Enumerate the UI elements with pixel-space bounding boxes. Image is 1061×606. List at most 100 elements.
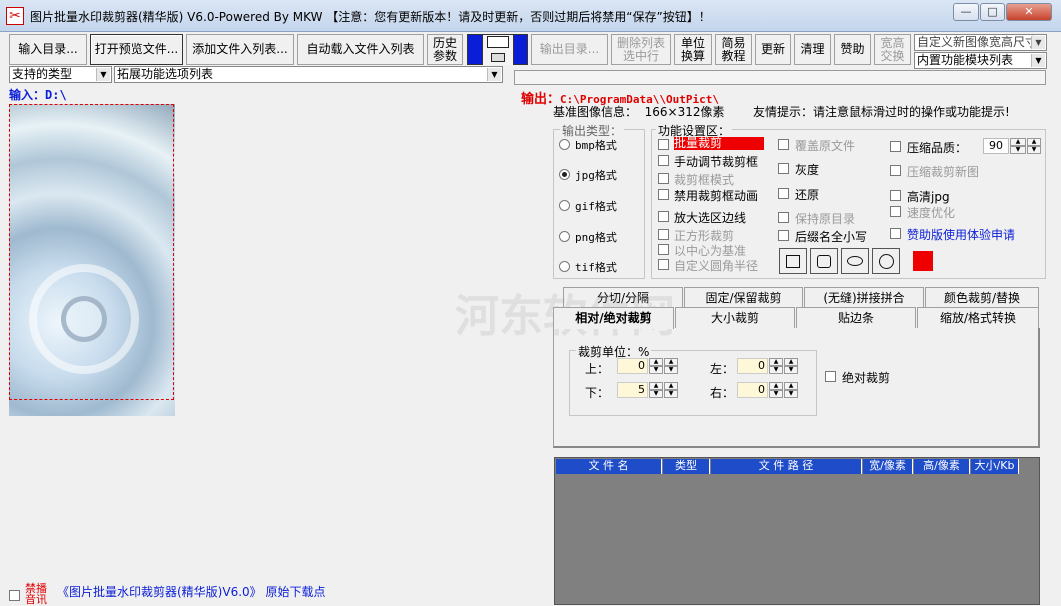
tab-row2[interactable]: 大小裁剪 [675,307,795,328]
feature-checkbox[interactable] [658,229,669,240]
shape-square-button[interactable] [779,248,807,274]
crop-bottom-label: 下： [585,386,610,400]
spin-up-icon[interactable]: ▲ [784,358,798,366]
feature-checkbox[interactable] [778,139,789,150]
feature-checkbox[interactable] [658,211,669,222]
file-table[interactable] [554,457,1040,605]
app-icon[interactable]: ✂ [6,7,24,25]
crop-frame[interactable] [9,104,174,400]
spin-up-icon[interactable]: ▲ [649,358,663,366]
feature-label[interactable]: 赞助版使用体验申请 [907,226,1015,243]
table-header-cell[interactable]: 宽/像素 [863,459,913,474]
shape-ellipse-button[interactable] [841,248,869,274]
unit-convert-button[interactable]: 单位 换算 [674,34,712,65]
quality-down-icon[interactable]: ▼ [1010,146,1026,154]
feature-checkbox[interactable] [778,163,789,174]
feature-label: 灰度 [795,163,820,177]
download-link[interactable]: 《图片批量水印裁剪器(精华版)V6.0》 原始下载点 [57,583,325,600]
color-swatch[interactable] [913,251,933,271]
tutorial-button[interactable]: 简易 教程 [715,34,752,65]
shape-rounded-button[interactable] [810,248,838,274]
feature-checkbox[interactable] [658,189,669,200]
output-type-radio[interactable] [559,169,570,180]
output-type-radio[interactable] [559,231,570,242]
update-button[interactable]: 更新 [755,34,791,65]
save-button[interactable] [467,34,528,65]
feature-checkbox[interactable] [658,155,669,166]
table-header-cell[interactable]: 文 件 名 [556,459,662,474]
feature-checkbox[interactable] [778,212,789,223]
add-files-button[interactable]: 添加文件入列表... [186,34,294,65]
mute-badge[interactable]: 禁播 音讯 [25,583,47,605]
feature-checkbox[interactable] [890,141,901,152]
spin-down-icon[interactable]: ▼ [784,366,798,374]
shape-circle-button[interactable] [872,248,900,274]
table-header-cell[interactable]: 文 件 路 径 [711,459,862,474]
tab-row1[interactable]: 固定/保留裁剪 [684,287,803,308]
feature-checkbox[interactable] [658,173,669,184]
crop-bottom-input[interactable]: 5 [617,382,648,398]
feature-checkbox[interactable] [890,206,901,217]
spin-up-icon[interactable]: ▲ [649,382,663,390]
spin-down-icon[interactable]: ▼ [769,390,783,398]
auto-load-button[interactable]: 自动载入文件入列表 [297,34,424,65]
minimize-button[interactable]: — [953,3,979,21]
crop-left-input[interactable]: 0 [737,358,768,374]
spin-up-icon[interactable]: ▲ [664,358,678,366]
preview-image[interactable] [9,104,175,416]
history-params-button[interactable]: 历史 参数 [427,34,463,65]
output-type-radio[interactable] [559,139,570,150]
table-header-cell[interactable]: 大小/Kb [971,459,1019,474]
delete-row-button[interactable]: 删除列表 选中行 [611,34,671,65]
crop-right-input[interactable]: 0 [737,382,768,398]
spin-down-icon[interactable]: ▼ [664,366,678,374]
tab-row2[interactable]: 贴边条 [796,307,916,328]
quality-up-icon[interactable]: ▲ [1010,138,1026,146]
custom-size-combo[interactable]: 自定义新图像宽高尺寸 ▼ [914,34,1047,51]
crop-top-input[interactable]: 0 [617,358,648,374]
tab-row2[interactable]: 相对/绝对裁剪 [553,307,674,329]
spin-up-icon[interactable]: ▲ [784,382,798,390]
open-preview-button[interactable]: 打开预览文件... [90,34,183,65]
ellipse-icon [847,256,863,266]
input-path-value: D:\ [45,88,67,102]
tab-row1[interactable]: 颜色裁剪/替换 [925,287,1039,308]
spin-down-icon[interactable]: ▼ [784,390,798,398]
feature-checkbox[interactable] [890,165,901,176]
extension-options-combo[interactable]: 拓展功能选项列表 ▼ [114,66,503,83]
quality-input[interactable]: 90 [983,138,1009,154]
swap-wh-button[interactable]: 宽高 交换 [874,34,911,65]
spin-down-icon[interactable]: ▼ [649,366,663,374]
table-header-cell[interactable]: 类型 [663,459,710,474]
feature-checkbox[interactable] [658,259,669,270]
input-dir-button[interactable]: 输入目录... [9,34,87,65]
feature-checkbox[interactable] [658,244,669,255]
clean-button[interactable]: 清理 [794,34,831,65]
spin-down-icon[interactable]: ▼ [664,390,678,398]
spin-down-icon[interactable]: ▼ [649,390,663,398]
feature-checkbox[interactable] [778,188,789,199]
tab-row2[interactable]: 缩放/格式转换 [917,307,1039,328]
table-header-cell[interactable]: 高/像素 [914,459,970,474]
feature-checkbox[interactable] [658,139,669,150]
feature-checkbox[interactable] [778,230,789,241]
feature-checkbox[interactable] [890,190,901,201]
maximize-button[interactable]: □ [980,3,1005,21]
quality-up2-icon[interactable]: ▲ [1027,138,1041,146]
output-dir-button[interactable]: 输出目录... [531,34,608,65]
builtin-modules-combo[interactable]: 内置功能模块列表 ▼ [914,52,1047,69]
spin-down-icon[interactable]: ▼ [769,366,783,374]
supported-types-combo[interactable]: 支持的类型 ▼ [9,66,112,83]
feature-checkbox[interactable] [890,228,901,239]
quality-down2-icon[interactable]: ▼ [1027,146,1041,154]
spin-up-icon[interactable]: ▲ [664,382,678,390]
spin-up-icon[interactable]: ▲ [769,358,783,366]
absolute-crop-checkbox[interactable] [825,371,836,382]
close-button[interactable]: ✕ [1006,3,1052,21]
spin-up-icon[interactable]: ▲ [769,382,783,390]
output-type-radio[interactable] [559,261,570,272]
footer-checkbox[interactable] [9,590,20,601]
tab-row1[interactable]: (无缝)拼接拼合 [804,287,924,308]
donate-button[interactable]: 赞助 [834,34,871,65]
output-type-radio[interactable] [559,200,570,211]
